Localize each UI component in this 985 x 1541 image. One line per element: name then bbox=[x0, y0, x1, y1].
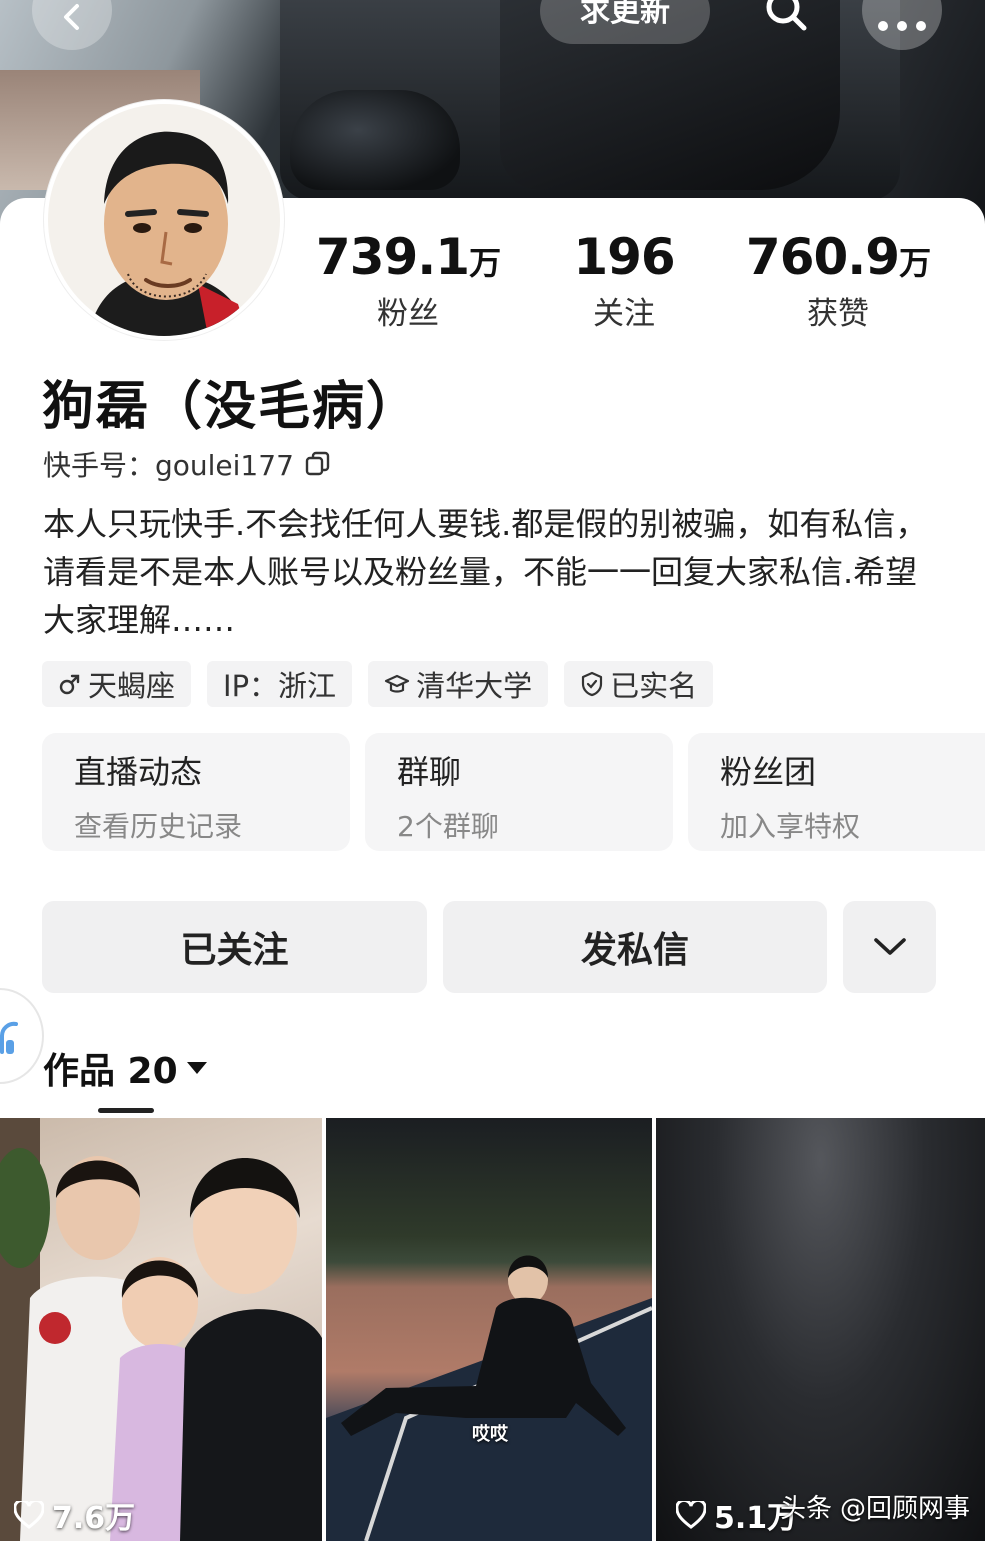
live-history-card[interactable]: 直播动态 查看历史记录 bbox=[42, 733, 350, 851]
feature-title: 群聊 bbox=[397, 753, 462, 791]
source-watermark: 头条 @回顾网事 bbox=[780, 1488, 970, 1525]
chevron-down-icon bbox=[873, 938, 906, 955]
stat-value: 196 bbox=[573, 228, 675, 286]
stat-value: 739.1 bbox=[315, 228, 470, 286]
heart-outline-icon bbox=[14, 1501, 44, 1529]
profile-name: 狗磊（没毛病） bbox=[42, 377, 421, 437]
search-button[interactable] bbox=[762, 0, 810, 38]
profile-bio: 本人只玩快手.不会找任何人要钱.都是假的别被骗，如有私信，请看是不是本人账号以及… bbox=[43, 505, 928, 639]
video-likes: 5.1万 bbox=[676, 1493, 797, 1537]
cover-side-mirror bbox=[290, 90, 460, 190]
feature-title: 直播动态 bbox=[74, 753, 203, 791]
headphone-icon bbox=[0, 1021, 18, 1054]
user-id-text: 快手号：goulei177 bbox=[43, 449, 294, 482]
following-button[interactable]: 已关注 bbox=[42, 901, 427, 993]
expand-more-button[interactable] bbox=[843, 901, 936, 993]
tag-label: 已实名 bbox=[610, 669, 698, 703]
tag-label: 清华大学 bbox=[416, 669, 533, 703]
video-cover-image bbox=[326, 1255, 652, 1541]
video-thumbnail[interactable]: 5.1万 bbox=[656, 1118, 985, 1541]
tag-label: IP：浙江 bbox=[223, 669, 337, 703]
video-grid: 7.6万 哎哎 5.1万 bbox=[0, 1118, 985, 1541]
stat-label: 关注 bbox=[593, 296, 655, 332]
heart-outline-icon bbox=[676, 1501, 706, 1529]
stat-value: 760.9 bbox=[745, 228, 900, 286]
profile-actions: 已关注 发私信 bbox=[42, 901, 942, 993]
avatar-portrait-image bbox=[48, 104, 280, 336]
male-icon bbox=[59, 674, 80, 695]
caret-down-icon bbox=[186, 1062, 207, 1074]
graduation-cap-icon bbox=[384, 674, 410, 693]
watermark-brand: 头条 bbox=[780, 1494, 833, 1524]
stat-label: 获赞 bbox=[807, 296, 869, 332]
user-id-row[interactable]: 快手号：goulei177 bbox=[43, 444, 332, 484]
stat-likes[interactable]: 760.9万 获赞 bbox=[718, 228, 958, 333]
likes-count: 7.6万 bbox=[52, 1501, 136, 1536]
copy-icon[interactable] bbox=[304, 450, 332, 478]
feature-shortcuts: 直播动态 查看历史记录 群聊 2个群聊 粉丝团 加入享特权 bbox=[42, 733, 985, 851]
feature-subtitle: 2个群聊 bbox=[397, 810, 499, 843]
stat-unit: 万 bbox=[469, 244, 501, 282]
chevron-left-icon bbox=[64, 4, 79, 30]
tag-ip-location[interactable]: IP：浙江 bbox=[207, 661, 353, 707]
watermark-account: @回顾网事 bbox=[840, 1494, 971, 1524]
request-update-button[interactable]: 求更新 bbox=[540, 0, 710, 44]
avatar[interactable] bbox=[44, 100, 284, 340]
more-dots-icon bbox=[878, 21, 926, 31]
works-tab-label: 作品 20 bbox=[43, 1051, 178, 1092]
video-thumbnail[interactable]: 7.6万 bbox=[0, 1118, 322, 1541]
search-icon bbox=[766, 0, 807, 31]
stat-followers[interactable]: 739.1万 粉丝 bbox=[288, 228, 528, 333]
tag-school[interactable]: 清华大学 bbox=[368, 661, 549, 707]
video-thumbnail[interactable]: 哎哎 bbox=[326, 1118, 652, 1541]
send-message-button[interactable]: 发私信 bbox=[443, 901, 827, 993]
fan-club-card[interactable]: 粉丝团 加入享特权 bbox=[688, 733, 985, 851]
stat-label: 粉丝 bbox=[377, 296, 439, 332]
feature-subtitle: 查看历史记录 bbox=[74, 810, 243, 843]
feature-title: 粉丝团 bbox=[720, 753, 817, 791]
profile-tags: 天蝎座 IP：浙江 清华大学 已实名 bbox=[42, 661, 714, 707]
stat-unit: 万 bbox=[899, 244, 931, 282]
tag-zodiac[interactable]: 天蝎座 bbox=[42, 661, 192, 707]
tag-label: 天蝎座 bbox=[88, 669, 176, 703]
video-likes: 7.6万 bbox=[14, 1493, 135, 1537]
tab-works[interactable]: 作品 20 bbox=[43, 1042, 208, 1094]
group-chat-card[interactable]: 群聊 2个群聊 bbox=[365, 733, 673, 851]
video-caption: 哎哎 bbox=[472, 1424, 508, 1445]
shield-check-icon bbox=[581, 671, 603, 697]
tag-verified[interactable]: 已实名 bbox=[564, 661, 714, 707]
feature-subtitle: 加入享特权 bbox=[720, 810, 861, 843]
video-cover-image bbox=[0, 1118, 322, 1541]
stat-following[interactable]: 196 关注 bbox=[504, 228, 744, 333]
tab-active-indicator bbox=[98, 1108, 154, 1113]
